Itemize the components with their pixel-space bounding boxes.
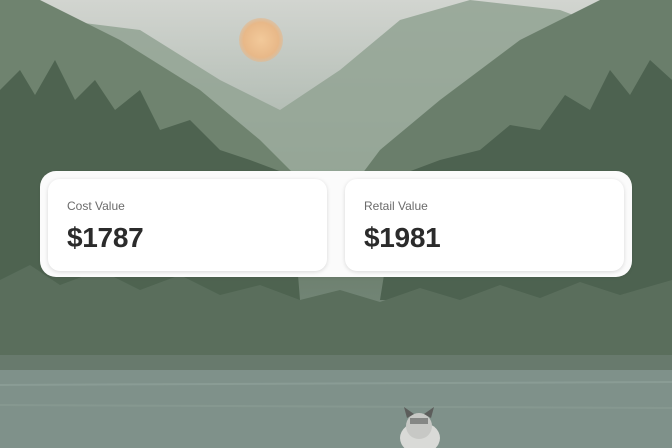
cost-value-amount: $1787 [67, 222, 144, 253]
retail-value-label: Retail Value [364, 199, 428, 213]
value-summary-panel: Cost Value $1787 Retail Value $1981 [40, 171, 632, 277]
retail-value-card: Retail Value $1981 [345, 179, 624, 271]
background-landscape: Cost Value $1787 Retail Value $1981 [0, 0, 672, 448]
sun [239, 18, 283, 62]
retail-value-amount: $1981 [364, 222, 441, 253]
cost-value-label: Cost Value [67, 199, 125, 213]
cost-value-card: Cost Value $1787 [48, 179, 327, 271]
